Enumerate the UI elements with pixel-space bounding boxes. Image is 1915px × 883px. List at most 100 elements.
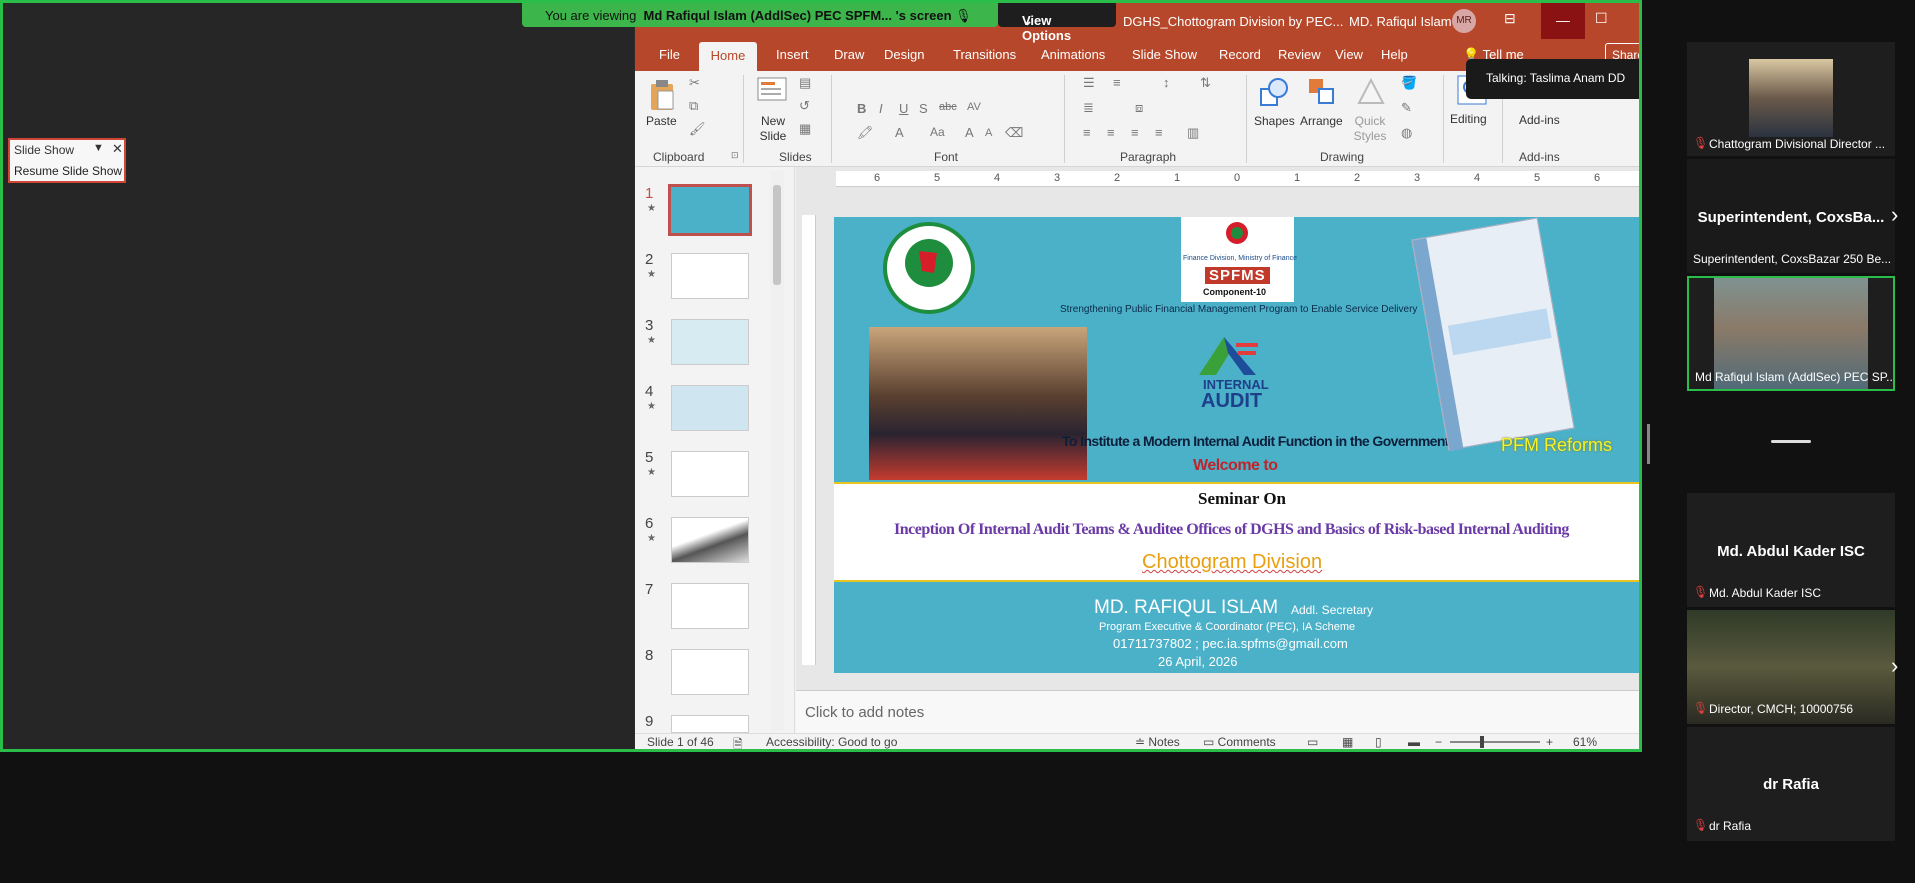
cut-icon[interactable]: ✂ [689,75,700,91]
slide-canvas[interactable]: Finance Division, Ministry of Finance SP… [834,217,1639,673]
notes-toggle[interactable]: ≐ Notes [1135,735,1180,749]
font-color-icon[interactable]: A [895,125,904,140]
gallery-resize-handle[interactable] [1771,440,1811,443]
underline-icon[interactable]: U [899,101,908,116]
chevron-right-icon[interactable]: › [1891,653,1898,679]
splitter-handle[interactable] [1647,424,1650,464]
zoom-level[interactable]: 61% [1573,735,1597,749]
reading-view-icon[interactable]: ▯ [1375,735,1382,749]
dialog-launcher-icon[interactable]: ⊡ [731,150,739,161]
avatar[interactable]: MR [1452,9,1476,33]
shapes-icon[interactable] [1259,77,1289,107]
slide-thumbnail[interactable] [671,715,749,733]
participant-tile[interactable]: Superintendent, CoxsBa... Superintendent… [1687,159,1895,273]
zoom-slider-thumb[interactable] [1480,736,1484,748]
slide-thumbnail[interactable] [671,583,749,629]
align-left-icon[interactable]: ≡ [1083,125,1091,140]
tab-insert[interactable]: Insert [776,47,809,62]
tab-design[interactable]: Design [884,47,924,62]
char-spacing-icon[interactable]: AV [967,101,981,113]
participant-tile[interactable]: 🎙 Chattogram Divisional Director ... [1687,42,1895,156]
align-center-icon[interactable]: ≡ [1107,125,1115,140]
highlight-icon[interactable]: 🖍 [857,125,874,141]
tab-slide-show[interactable]: Slide Show [1132,47,1197,62]
slide-thumbnail[interactable] [671,451,749,497]
comments-toggle[interactable]: ▭ Comments [1203,735,1276,749]
align-text-icon[interactable]: ≣ [1083,100,1094,116]
dropdown-icon[interactable]: ▼ [93,142,104,154]
line-spacing-icon[interactable]: ↕ [1163,75,1170,90]
italic-icon[interactable]: I [879,101,883,116]
zoom-in-icon[interactable]: + [1546,735,1553,749]
reset-icon[interactable]: ↺ [799,98,810,114]
slide-thumbnail[interactable] [671,319,749,365]
slide-thumbnail[interactable] [671,385,749,431]
tab-help[interactable]: Help [1381,47,1408,62]
tab-home[interactable]: Home [699,42,757,71]
accessibility-status[interactable]: Accessibility: Good to go [766,735,897,749]
arrange-label[interactable]: Arrange [1300,114,1343,129]
slideshow-view-icon[interactable]: ▬ [1408,735,1420,749]
smartart-icon[interactable]: ⧈ [1135,100,1143,116]
new-slide-label[interactable]: New Slide [755,114,791,144]
numbering-icon[interactable]: ≡ [1113,75,1121,90]
participant-tile[interactable]: 🎙 Director, CMCH; 10000756 [1687,610,1895,724]
tab-view[interactable]: View [1335,47,1363,62]
slide-sorter-icon[interactable]: ▦ [1342,735,1353,749]
shadow-icon[interactable]: S [919,101,928,116]
spellcheck-icon[interactable]: 🗎 [733,735,743,749]
grow-font-icon[interactable]: A [965,125,974,140]
tab-file[interactable]: File [659,47,680,62]
quick-styles-label[interactable]: Quick Styles [1350,114,1390,144]
tab-draw[interactable]: Draw [834,47,864,62]
resume-slideshow-link[interactable]: Resume Slide Show [14,164,122,178]
text-direction-icon[interactable]: ⇅ [1200,75,1211,91]
align-right-icon[interactable]: ≡ [1131,125,1139,140]
layout-icon[interactable]: ▤ [799,75,811,91]
chevron-right-icon[interactable]: › [1891,202,1898,228]
shape-fill-icon[interactable]: 🪣 [1401,75,1417,91]
ribbon-display-icon[interactable]: ⊟ [1504,10,1516,27]
shapes-label[interactable]: Shapes [1254,114,1295,129]
notes-placeholder[interactable]: Click to add notes [805,704,924,721]
section-icon[interactable]: ▦ [799,121,811,137]
slide-thumbnail[interactable] [668,184,752,236]
paste-icon[interactable] [649,79,675,111]
slide-thumbnail[interactable] [671,649,749,695]
zoom-slider[interactable] [1450,736,1540,748]
scrollbar-thumb[interactable] [773,185,781,285]
account-name[interactable]: MD. Rafiqul Islam [1349,14,1452,29]
strikethrough-icon[interactable]: abc [939,101,957,113]
zoom-out-icon[interactable]: − [1435,735,1442,749]
shrink-font-icon[interactable]: A [985,127,992,139]
thumbnails-scrollbar[interactable] [770,171,784,731]
arrange-icon[interactable] [1307,77,1337,107]
participant-tile[interactable]: dr Rafia 🎙 dr Rafia [1687,727,1895,841]
view-options-button[interactable]: View Options ⌄ [998,3,1116,43]
copy-icon[interactable]: ⧉ [689,98,698,114]
quick-styles-icon[interactable] [1356,77,1386,107]
paste-label[interactable]: Paste [646,114,677,129]
format-painter-icon[interactable]: 🖌 [689,121,706,137]
addins-label[interactable]: Add-ins [1519,113,1560,128]
tab-animations[interactable]: Animations [1041,47,1105,62]
slide-thumbnail[interactable] [671,517,749,563]
slide-thumbnail[interactable] [671,253,749,299]
notes-pane[interactable]: Click to add notes [796,690,1639,733]
new-slide-icon[interactable] [757,77,787,103]
minimize-button[interactable]: — [1541,3,1585,39]
columns-icon[interactable]: ▥ [1187,125,1199,141]
tab-transitions[interactable]: Transitions [953,47,1016,62]
participant-tile-active[interactable]: Md Rafiqul Islam (AddlSec) PEC SP... [1687,276,1895,391]
maximize-button[interactable]: ☐ [1595,10,1608,27]
editing-label[interactable]: Editing [1450,112,1487,127]
participant-tile[interactable]: Md. Abdul Kader ISC 🎙 Md. Abdul Kader IS… [1687,493,1895,607]
tab-review[interactable]: Review [1278,47,1321,62]
shape-outline-icon[interactable]: ✎ [1401,100,1412,116]
normal-view-icon[interactable]: ▭ [1307,735,1318,749]
change-case-icon[interactable]: Aa [930,125,945,139]
clear-format-icon[interactable]: ⌫ [1005,125,1023,141]
bold-icon[interactable]: B [857,101,866,116]
close-icon[interactable]: ✕ [112,141,123,157]
shape-effects-icon[interactable]: ◍ [1401,125,1412,141]
